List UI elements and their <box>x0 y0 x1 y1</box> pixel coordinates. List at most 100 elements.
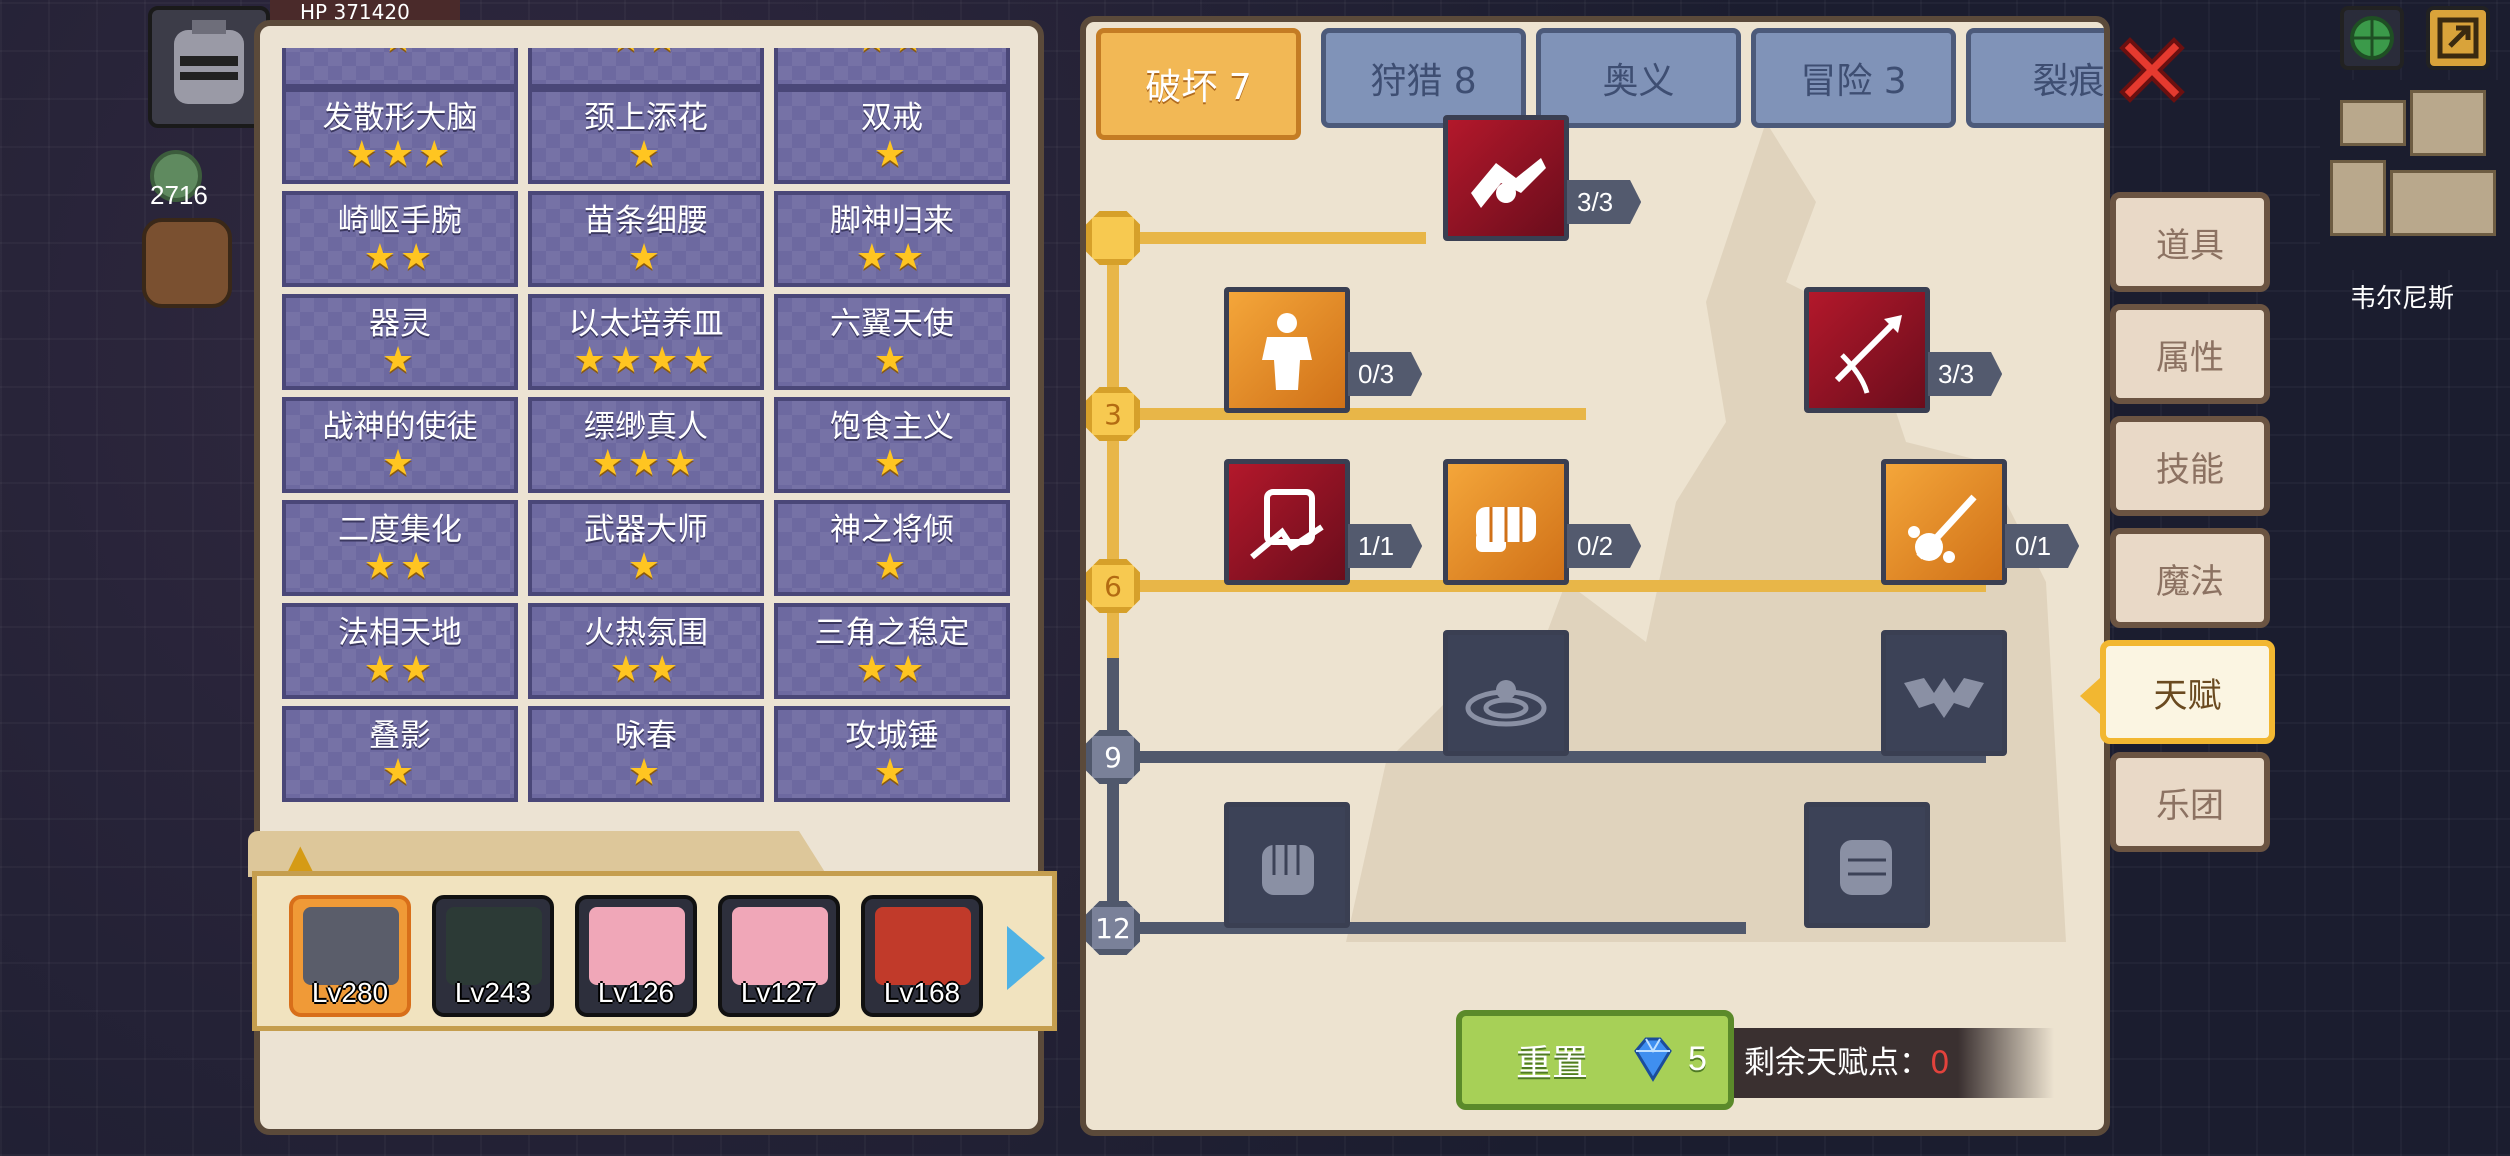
player-avatar[interactable] <box>148 6 270 128</box>
talent-grid[interactable]: ★★★★★发散形大脑★★★颈上添花★双戒★崎岖手腕★★苗条细腰★脚神归来★★器灵… <box>282 48 1022 818</box>
ripple-icon <box>1465 680 1547 727</box>
talent-list-item[interactable]: 脚神归来 ★★ <box>774 191 1010 287</box>
talent-list-item[interactable]: 攻城锤 ★ <box>774 706 1010 802</box>
talent-name: 器灵 <box>369 306 431 342</box>
star-rating: ★★ <box>363 546 437 587</box>
level-node: 6 <box>1086 559 1140 613</box>
fist-back-icon <box>1840 840 1892 895</box>
star-rating: ★ <box>873 340 911 381</box>
tree-tab[interactable]: 破坏 7 <box>1096 28 1301 140</box>
star-rating: ★ <box>627 134 665 175</box>
bat-icon <box>1904 678 1984 718</box>
reset-button[interactable]: 重置 5 <box>1456 1010 1734 1110</box>
menu-item[interactable]: 技能 <box>2110 416 2270 516</box>
hero-slot[interactable]: Lv168 <box>861 895 983 1017</box>
talent-name: 双戒 <box>861 100 923 136</box>
talent-list-item[interactable]: 崎岖手腕 ★★ <box>282 191 518 287</box>
close-icon[interactable] <box>2112 30 2192 110</box>
talent-name: 神之将倾 <box>830 512 954 548</box>
talent-name: 三角之稳定 <box>814 615 970 651</box>
network-globe-icon[interactable] <box>2340 6 2404 70</box>
next-hero-arrow-icon[interactable] <box>1007 926 1045 990</box>
hero-level: Lv168 <box>883 977 961 1008</box>
menu-item[interactable]: 魔法 <box>2110 528 2270 628</box>
diamond-icon <box>1634 1037 1672 1082</box>
star-rating: ★ <box>873 752 911 793</box>
backpack-icon[interactable] <box>142 218 232 308</box>
talent-name: 叠影 <box>369 718 431 754</box>
skill-level-count: 0/3 <box>1348 352 1423 396</box>
arm-wrestle-skill[interactable] <box>1443 115 1569 241</box>
talent-list-item[interactable]: 叠影 ★ <box>282 706 518 802</box>
hero-level: Lv280 <box>311 977 389 1008</box>
talent-list-item[interactable]: 咏春 ★ <box>528 706 764 802</box>
hero-slot[interactable]: Lv126 <box>575 895 697 1017</box>
punch-skill[interactable] <box>1443 459 1569 585</box>
talent-list-item[interactable]: 武器大师 ★ <box>528 500 764 596</box>
talent-name: 武器大师 <box>584 512 708 548</box>
level-node: 12 <box>1086 901 1140 955</box>
star-rating: ★ <box>381 443 419 484</box>
talent-list-item[interactable]: 饱食主义 ★ <box>774 397 1010 493</box>
tree-tab[interactable]: 狩猎 8 <box>1321 28 1526 128</box>
menu-item[interactable]: 属性 <box>2110 304 2270 404</box>
talent-list-item[interactable]: 以太培养皿 ★★★★ <box>528 294 764 390</box>
minimap[interactable] <box>2320 80 2510 270</box>
talent-list-item[interactable]: 缥缈真人 ★★★ <box>528 397 764 493</box>
hero-slot[interactable]: Lv280 <box>289 895 411 1017</box>
star-rating: ★ <box>873 546 911 587</box>
splash-skill[interactable] <box>1881 459 2007 585</box>
talent-list-item[interactable]: 颈上添花 ★ <box>528 88 764 184</box>
hero-portrait <box>589 907 685 985</box>
star-rating: ★ <box>627 546 665 587</box>
menu-item[interactable]: 道具 <box>2110 192 2270 292</box>
menu-item[interactable]: 天赋 <box>2080 640 2275 744</box>
talent-list-item[interactable]: 战神的使徒 ★ <box>282 397 518 493</box>
talent-list-item[interactable]: 苗条细腰 ★ <box>528 191 764 287</box>
splash-icon <box>1908 494 1977 563</box>
arrow-hit-skill[interactable] <box>1804 287 1930 413</box>
tree-branch <box>1116 232 1426 244</box>
talent-list-item[interactable]: 法相天地 ★★ <box>282 603 518 699</box>
skill-level-count: 0/1 <box>2005 524 2080 568</box>
ripple-skill[interactable] <box>1443 630 1569 756</box>
fist-icon <box>1262 845 1314 895</box>
level-node <box>1086 211 1140 265</box>
star-rating: ★★ <box>855 237 929 278</box>
talent-list-item[interactable]: 发散形大脑 ★★★ <box>282 88 518 184</box>
talent-list-item[interactable]: 三角之稳定 ★★ <box>774 603 1010 699</box>
tree-tab[interactable]: 奥义 <box>1536 28 1741 128</box>
reset-cost: 5 <box>1688 1040 1707 1078</box>
bat-drop-skill[interactable] <box>1881 630 2007 756</box>
talent-list-item[interactable]: 神之将倾 ★ <box>774 500 1010 596</box>
star-rating: ★ <box>873 134 911 175</box>
hero-slot[interactable]: Lv243 <box>432 895 554 1017</box>
talent-list-item[interactable]: 器灵 ★ <box>282 294 518 390</box>
shatter-skill[interactable] <box>1224 459 1350 585</box>
handshake-icon <box>1471 158 1546 208</box>
star-rating: ★★★ <box>345 134 455 175</box>
talent-list-item[interactable]: 六翼天使 ★ <box>774 294 1010 390</box>
fist-back-skill[interactable] <box>1804 802 1930 928</box>
star-rating: ★ <box>381 340 419 381</box>
talent-list-item[interactable]: 火热氛围 ★★ <box>528 603 764 699</box>
skill-level-count: 0/2 <box>1567 524 1642 568</box>
remaining-label: 剩余天赋点： <box>1744 1045 1930 1081</box>
talent-list-item[interactable]: ★★ <box>774 48 1010 88</box>
star-rating: ★★ <box>609 649 683 690</box>
talent-list-item[interactable]: ★★ <box>528 48 764 88</box>
star-rating: ★ <box>873 443 911 484</box>
menu-item[interactable]: 乐团 <box>2110 752 2270 852</box>
hero-slot[interactable]: Lv127 <box>718 895 840 1017</box>
body-icon <box>1262 313 1312 390</box>
talent-tree-panel: 破坏 7 狩猎 8 奥义 冒险 3 裂痕 3 6 9 12 3/3 0/3 3/3 1/1 0/2 0/1 <box>1080 16 2110 1136</box>
tree-tab[interactable]: 冒险 3 <box>1751 28 1956 128</box>
talent-list-item[interactable]: 双戒 ★ <box>774 88 1010 184</box>
exit-icon[interactable] <box>2426 6 2490 70</box>
hero-portrait <box>732 907 828 985</box>
fist-skill[interactable] <box>1224 802 1350 928</box>
talent-list-item[interactable]: ★ <box>282 48 518 88</box>
tree-tab[interactable]: 裂痕 <box>1966 28 2104 128</box>
muscle-skill[interactable] <box>1224 287 1350 413</box>
talent-list-item[interactable]: 二度集化 ★★ <box>282 500 518 596</box>
